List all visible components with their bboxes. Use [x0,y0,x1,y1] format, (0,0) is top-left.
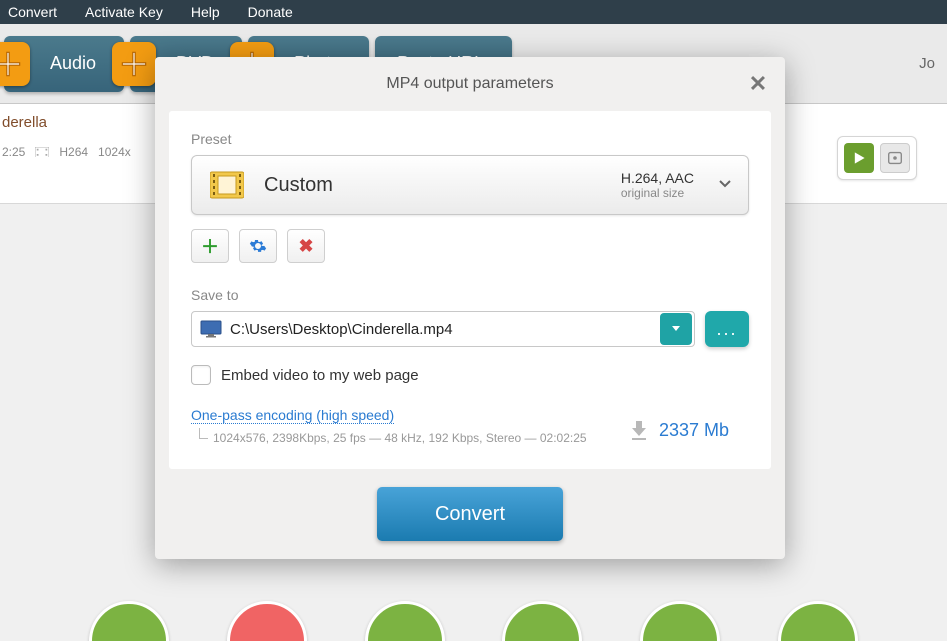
add-preset-button[interactable]: ＋ [191,229,229,263]
dialog-body: Preset Custom H.264, AAC original size ＋… [169,111,771,469]
device-circle[interactable] [502,601,582,641]
menu-convert[interactable]: Convert [8,4,57,20]
encoding-mode-link[interactable]: One-pass encoding (high speed) [191,407,394,424]
menu-donate[interactable]: Donate [248,4,293,20]
embed-label: Embed video to my web page [221,367,419,384]
close-icon[interactable]: ✕ [745,71,771,97]
preset-label: Preset [191,131,749,147]
output-settings-button[interactable] [880,143,910,173]
preset-info: H.264, AAC original size [621,170,694,200]
chevron-down-icon [718,176,732,194]
file-resolution: 1024x [98,145,131,159]
film-small-icon [35,146,49,158]
toolbar-right-hint: Jo [919,55,943,72]
saveto-label: Save to [191,287,749,303]
plus-icon [112,42,156,86]
embed-checkbox[interactable] [191,365,211,385]
path-dropdown-button[interactable] [660,313,692,345]
preset-codec: H.264, AAC [621,170,694,186]
preset-action-buttons: ＋ ✖ [191,229,749,263]
convert-button-row: Convert [155,487,785,541]
device-circle[interactable] [640,601,720,641]
device-strip [0,601,947,641]
dialog-title: MP4 output parameters [386,75,553,93]
monitor-icon [200,320,222,338]
embed-checkbox-row: Embed video to my web page [191,365,749,385]
filesize-icon [629,419,649,441]
preset-settings-button[interactable] [239,229,277,263]
delete-preset-button[interactable]: ✖ [287,229,325,263]
menu-activate-key[interactable]: Activate Key [85,4,163,20]
convert-button[interactable]: Convert [377,487,563,541]
play-button[interactable] [844,143,874,173]
dialog-header: MP4 output parameters ✕ [155,57,785,111]
tab-audio[interactable]: Audio [4,36,124,92]
file-action-buttons [837,136,917,180]
device-circle[interactable] [89,601,169,641]
saveto-row: C:\Users\Desktop\Cinderella.mp4 ... [191,311,749,347]
device-circle[interactable] [227,601,307,641]
estimated-size-text: 2337 Mb [659,420,729,441]
menu-help[interactable]: Help [191,4,220,20]
estimated-size: 2337 Mb [629,419,729,441]
output-path-field[interactable]: C:\Users\Desktop\Cinderella.mp4 [191,311,695,347]
device-circle[interactable] [778,601,858,641]
output-path-text: C:\Users\Desktop\Cinderella.mp4 [230,319,658,340]
plus-icon [0,42,30,86]
browse-button[interactable]: ... [705,311,749,347]
film-icon [210,170,244,200]
file-codec: H264 [59,145,88,159]
preset-selector[interactable]: Custom H.264, AAC original size [191,155,749,215]
menu-bar: Convert Activate Key Help Donate [0,0,947,24]
output-parameters-dialog: MP4 output parameters ✕ Preset Custom H.… [155,57,785,559]
tab-label: Audio [46,53,96,74]
file-duration: 2:25 [2,145,25,159]
preset-name: Custom [264,174,333,197]
preset-size: original size [621,186,694,200]
device-circle[interactable] [365,601,445,641]
